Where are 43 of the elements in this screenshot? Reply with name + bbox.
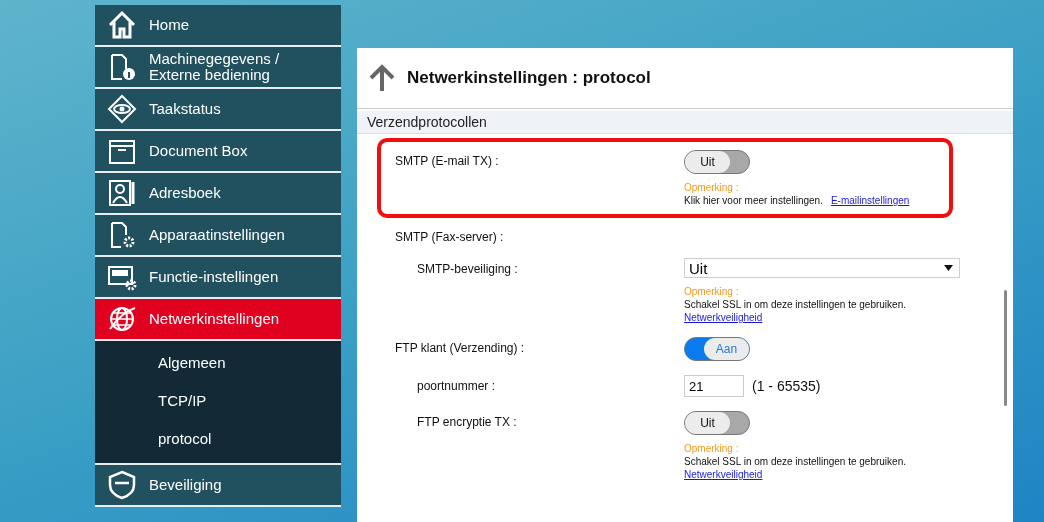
toggle-switch[interactable]: Uit (684, 150, 750, 174)
submenu-item[interactable]: TCP/IP (95, 381, 341, 419)
address-book-icon (107, 178, 137, 208)
sidebar-item[interactable]: Document Box (95, 131, 341, 173)
scrollbar[interactable] (1004, 290, 1007, 406)
sidebar-item[interactable]: Adresboek (95, 173, 341, 215)
note-text: Schakel SSL in om deze instellingen te gebruiken. (684, 299, 906, 310)
setting-label: FTP encryptie TX : (416, 414, 518, 431)
toggle-switch[interactable]: Uit (684, 411, 750, 435)
eye-icon (107, 94, 137, 124)
note-title: Opmerking : (684, 443, 739, 454)
settings-link[interactable]: Netwerkveiligheid (684, 469, 763, 480)
settings-link[interactable]: Netwerkveiligheid (684, 312, 763, 323)
dropdown[interactable]: Uit (684, 258, 960, 278)
sidebar-item[interactable]: Beveiliging (95, 465, 341, 507)
submenu-item[interactable]: protocol (95, 419, 341, 457)
caret-icon (944, 265, 953, 271)
port-field[interactable]: 21 (684, 375, 744, 397)
setting-label: SMTP-beveiliging : (416, 261, 519, 278)
setting-label: SMTP (Fax-server) : (395, 229, 505, 244)
sidebar-item[interactable]: Taakstatus (95, 89, 341, 131)
setting-label: FTP klant (Verzending) : (395, 340, 526, 357)
sidebar-item[interactable]: Netwerkinstellingen (95, 299, 341, 341)
setting-label: poortnummer : (416, 378, 497, 395)
note-title: Opmerking : (684, 182, 739, 193)
toggle-switch[interactable]: Aan (684, 337, 750, 361)
submenu-item[interactable]: Algemeen (95, 343, 341, 381)
note-title: Opmerking : (684, 286, 739, 297)
settings-link[interactable]: E-mailinstellingen (830, 195, 910, 206)
note-text: Schakel SSL in om deze instellingen te gebruiken. (684, 456, 906, 467)
sidebar-item[interactable]: Home (95, 5, 341, 47)
sidebar-item[interactable]: Functie-instellingen (95, 257, 341, 299)
range-hint: (1 - 65535) (752, 377, 821, 394)
up-arrow-icon[interactable] (367, 64, 397, 92)
note-text: Klik hier voor meer instellingen. (684, 195, 823, 206)
setting-label: SMTP (E-mail TX) : (395, 153, 500, 170)
shield-icon (107, 470, 137, 500)
section-header: Verzendprotocollen (357, 111, 1013, 134)
globe-icon (107, 304, 137, 334)
sidebar-item[interactable]: Machinegegevens / Externe bediening (95, 47, 341, 89)
home-icon (107, 10, 137, 40)
sidebar-item[interactable]: Apparaatinstellingen (95, 215, 341, 257)
page-title: Netwerkinstellingen : protocol (407, 68, 651, 88)
